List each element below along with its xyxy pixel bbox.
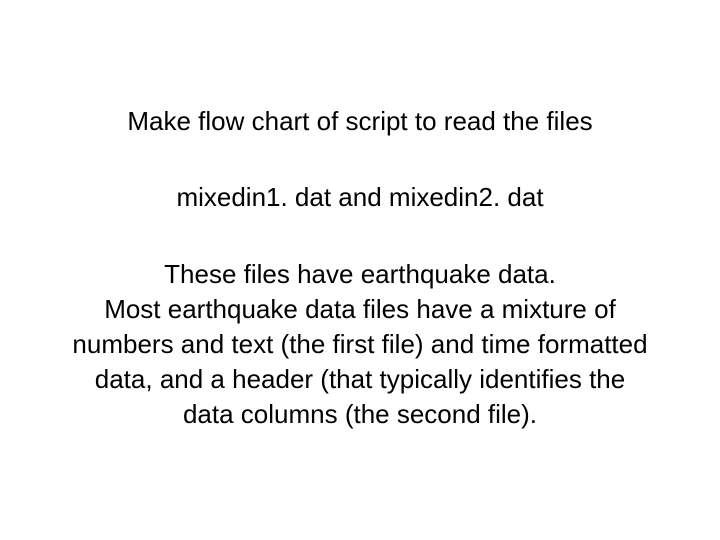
body-line: numbers and text (the first file) and ti…: [18, 327, 702, 362]
body-line: data, and a header (that typically ident…: [18, 362, 702, 397]
body-line: data columns (the second file).: [18, 397, 702, 432]
slide-title: Make flow chart of script to read the fi…: [0, 105, 720, 139]
body-text: These files have earthquake data. Most e…: [0, 257, 720, 432]
body-line: These files have earthquake data.: [18, 257, 702, 292]
filenames-text: mixedin1. dat and mixedin2. dat: [0, 181, 720, 215]
body-line: Most earthquake data files have a mixtur…: [18, 292, 702, 327]
slide-content: Make flow chart of script to read the fi…: [0, 0, 720, 540]
